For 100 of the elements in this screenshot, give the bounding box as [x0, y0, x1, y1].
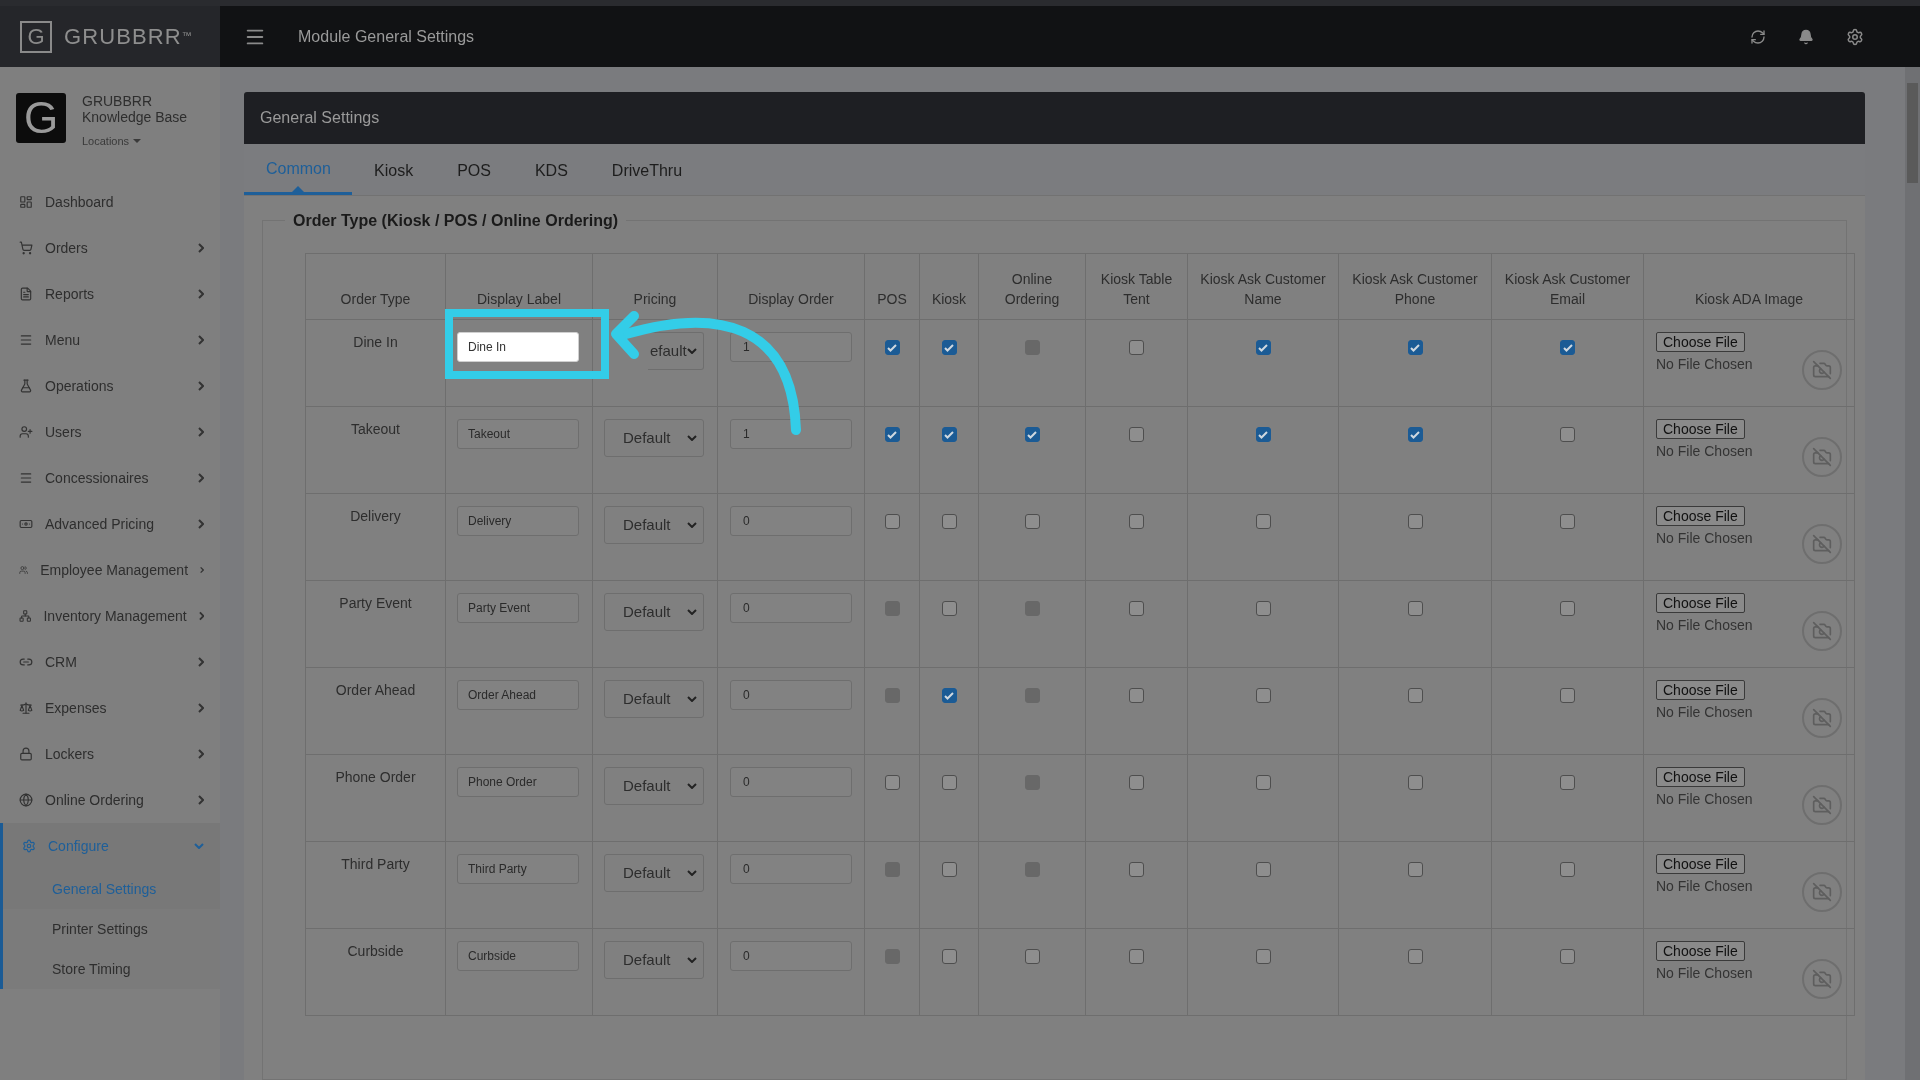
checkbox[interactable]	[1129, 601, 1144, 616]
tab[interactable]: KDS	[512, 144, 590, 195]
label-field[interactable]: Phone Order	[457, 767, 579, 797]
checkbox[interactable]	[1407, 601, 1423, 616]
submenu-item[interactable]: Printer Settings	[0, 909, 220, 949]
checkbox[interactable]	[1129, 427, 1144, 442]
checkbox[interactable]	[884, 775, 900, 790]
checkbox[interactable]	[1129, 514, 1144, 529]
sidebar-item[interactable]: CRM	[0, 639, 220, 685]
checkbox[interactable]	[1255, 601, 1271, 616]
checkbox[interactable]	[1560, 949, 1575, 964]
notification-icon[interactable]	[1798, 28, 1814, 45]
label-field[interactable]: Third Party	[457, 854, 579, 884]
pricing-select[interactable]: efault	[648, 332, 704, 370]
checkbox[interactable]	[1560, 427, 1575, 442]
pricing-select[interactable]: Default	[604, 767, 704, 805]
label-field[interactable]: Delivery	[457, 506, 579, 536]
checkbox[interactable]	[1407, 427, 1423, 442]
choose-file-button[interactable]: Choose File	[1656, 419, 1745, 439]
label-field[interactable]: Dine In	[457, 332, 579, 362]
checkbox[interactable]	[941, 775, 957, 790]
checkbox[interactable]	[1407, 340, 1423, 355]
checkbox[interactable]	[1024, 514, 1040, 529]
order-field[interactable]: 0	[730, 941, 852, 971]
order-field[interactable]: 1	[730, 419, 852, 449]
pricing-select[interactable]: Default	[604, 680, 704, 718]
checkbox[interactable]	[1255, 514, 1271, 529]
checkbox[interactable]	[1129, 775, 1144, 790]
choose-file-button[interactable]: Choose File	[1656, 506, 1745, 526]
checkbox[interactable]	[1255, 340, 1271, 355]
checkbox[interactable]	[1255, 688, 1271, 703]
pricing-select[interactable]: Default	[604, 941, 704, 979]
label-field[interactable]: Curbside	[457, 941, 579, 971]
order-field[interactable]: 0	[730, 767, 852, 797]
pricing-select[interactable]: Default	[604, 854, 704, 892]
checkbox[interactable]	[1407, 514, 1423, 529]
sidebar-item[interactable]: Reports	[0, 271, 220, 317]
checkbox[interactable]	[941, 862, 957, 877]
checkbox[interactable]	[1024, 949, 1040, 964]
sidebar-item[interactable]: Online Ordering	[0, 777, 220, 823]
label-field[interactable]: Takeout	[457, 419, 579, 449]
sidebar-item[interactable]: Menu	[0, 317, 220, 363]
checkbox[interactable]	[1560, 601, 1575, 616]
checkbox[interactable]	[884, 427, 900, 442]
choose-file-button[interactable]: Choose File	[1656, 854, 1745, 874]
checkbox[interactable]	[1407, 862, 1423, 877]
refresh-icon[interactable]	[1750, 28, 1766, 45]
checkbox[interactable]	[941, 949, 957, 964]
checkbox[interactable]	[941, 427, 957, 442]
checkbox[interactable]	[1560, 340, 1575, 355]
checkbox[interactable]	[1560, 862, 1575, 877]
tab[interactable]: POS	[435, 144, 513, 195]
checkbox[interactable]	[1255, 775, 1271, 790]
checkbox[interactable]	[1129, 688, 1144, 703]
pricing-select[interactable]: Default	[604, 593, 704, 631]
label-field[interactable]: Order Ahead	[457, 680, 579, 710]
checkbox[interactable]	[1255, 862, 1271, 877]
checkbox[interactable]	[1407, 949, 1423, 964]
checkbox[interactable]	[1129, 862, 1144, 877]
choose-file-button[interactable]: Choose File	[1656, 767, 1745, 787]
sidebar-item[interactable]: Advanced Pricing	[0, 501, 220, 547]
sidebar-item[interactable]: Lockers	[0, 731, 220, 777]
sidebar-item[interactable]: Dashboard	[0, 179, 220, 225]
checkbox[interactable]	[884, 514, 900, 529]
pricing-select[interactable]: Default	[604, 419, 704, 457]
choose-file-button[interactable]: Choose File	[1656, 941, 1745, 961]
checkbox[interactable]	[941, 514, 957, 529]
choose-file-button[interactable]: Choose File	[1656, 332, 1745, 352]
settings-icon[interactable]	[1846, 27, 1864, 46]
submenu-item[interactable]: Store Timing	[0, 949, 220, 989]
order-field[interactable]: 0	[730, 680, 852, 710]
sidebar-item[interactable]: Inventory Management	[0, 593, 220, 639]
checkbox[interactable]	[1560, 688, 1575, 703]
checkbox[interactable]	[941, 340, 957, 355]
checkbox[interactable]	[1407, 688, 1423, 703]
sidebar-item[interactable]: Orders	[0, 225, 220, 271]
checkbox[interactable]	[1255, 949, 1271, 964]
checkbox[interactable]	[884, 340, 900, 355]
checkbox[interactable]	[1129, 340, 1144, 355]
sidebar-item[interactable]: Users	[0, 409, 220, 455]
order-field[interactable]: 0	[730, 506, 852, 536]
checkbox[interactable]	[941, 601, 957, 616]
choose-file-button[interactable]: Choose File	[1656, 593, 1745, 613]
sidebar-item[interactable]: Operations	[0, 363, 220, 409]
tab[interactable]: Kiosk	[352, 144, 436, 195]
order-field[interactable]: 0	[730, 593, 852, 623]
checkbox[interactable]	[1560, 775, 1575, 790]
choose-file-button[interactable]: Choose File	[1656, 680, 1745, 700]
checkbox[interactable]	[1560, 514, 1575, 529]
sidebar-item[interactable]: Expenses	[0, 685, 220, 731]
checkbox[interactable]	[941, 688, 957, 703]
sidebar-item[interactable]: Concessionaires	[0, 455, 220, 501]
scrollbar-thumb[interactable]	[1907, 83, 1918, 183]
sidebar-item[interactable]: Employee Management	[0, 547, 220, 593]
order-field[interactable]: 0	[730, 854, 852, 884]
checkbox[interactable]	[1024, 427, 1040, 442]
pricing-select[interactable]: Default	[604, 506, 704, 544]
checkbox[interactable]	[1129, 949, 1144, 964]
checkbox[interactable]	[1407, 775, 1423, 790]
checkbox[interactable]	[1255, 427, 1271, 442]
